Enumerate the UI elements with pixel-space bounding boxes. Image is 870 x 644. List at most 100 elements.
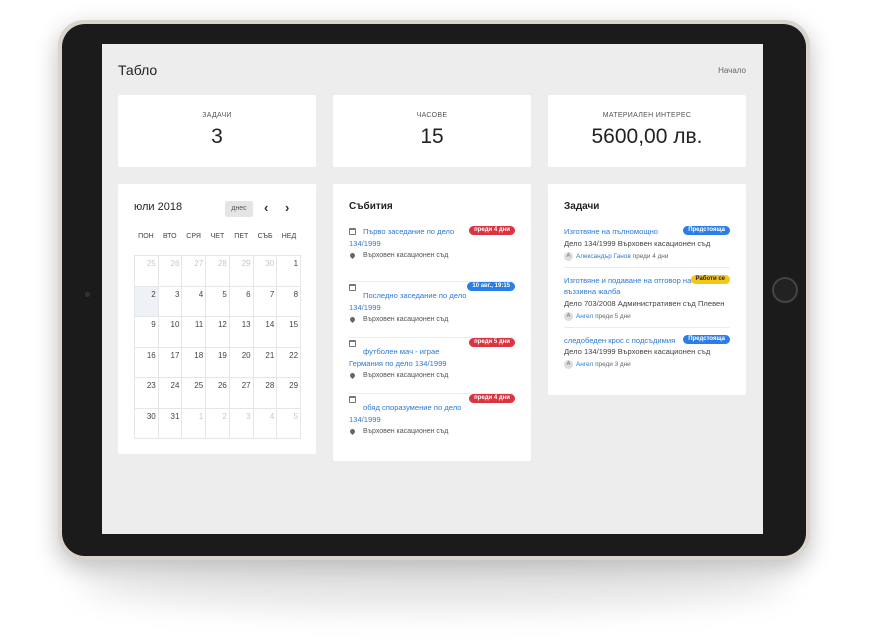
task-item: следобеден крос с подсъдимия Предстояща Де… (564, 328, 730, 376)
calendar-day[interactable]: 15 (277, 317, 302, 348)
calendar-day[interactable]: 27 (229, 378, 254, 409)
calendar-day[interactable]: 27 (182, 256, 207, 287)
calendar-day[interactable]: 3 (158, 286, 183, 317)
chevron-left-icon[interactable]: ‹ (264, 200, 268, 215)
event-item: Първо заседание по дело 134/1999 преди 4 … (348, 226, 515, 282)
chevron-right-icon[interactable]: › (285, 200, 289, 215)
event-place: Върховен касационен съд (348, 427, 515, 436)
calendar-day[interactable]: 13 (229, 317, 254, 348)
calendar-day[interactable]: 29 (277, 378, 302, 409)
calendar-day[interactable]: 7 (253, 286, 278, 317)
stat-label: ЗАДАЧИ (202, 112, 232, 119)
event-badge: 10 авг., 19:15 (467, 282, 515, 291)
calendar-day[interactable]: 28 (253, 378, 278, 409)
calendar-icon (349, 284, 356, 291)
calendar-day[interactable]: 1 (277, 256, 302, 287)
calendar-day[interactable]: 20 (229, 347, 254, 378)
camera-dot (85, 292, 90, 297)
calendar-day[interactable]: 18 (182, 347, 207, 378)
calendar-day[interactable]: 1 (182, 408, 207, 439)
calendar-day[interactable]: 30 (135, 408, 159, 439)
weekday-label: СРЯ (186, 233, 201, 240)
weekday-label: ПЕТ (234, 233, 249, 240)
task-description: Дело 703/2008 Административен съд Плевен (564, 298, 725, 308)
event-link[interactable]: Първо заседание по дело 134/1999 (349, 226, 469, 249)
task-status-badge: Предстояща (683, 334, 730, 344)
calendar-day[interactable]: 22 (277, 347, 302, 378)
calendar-day[interactable]: 4 (253, 408, 278, 439)
task-time: преди 5 дни (595, 312, 631, 320)
calendar-day[interactable]: 30 (253, 256, 278, 287)
stat-card-interest: МАТЕРИАЛЕН ИНТЕРЕС 5600,00 лв. (548, 95, 746, 167)
calendar-day[interactable]: 2 (206, 408, 230, 439)
calendar-icon (349, 340, 356, 347)
calendar-day[interactable]: 31 (158, 408, 183, 439)
task-item: Изготвяне на пълномощно Предстояща Дело 13… (564, 226, 730, 268)
event-link[interactable]: обяд споразумение по дело 134/1999 (349, 402, 469, 425)
avatar: А (564, 251, 573, 261)
calendar-month-title: юли 2018 (134, 201, 183, 213)
map-pin-icon (348, 427, 357, 436)
calendar-day[interactable]: 5 (277, 408, 302, 439)
calendar-day[interactable]: 26 (206, 378, 230, 409)
weekday-label: ЧЕТ (210, 233, 225, 240)
stat-card-tasks: ЗАДАЧИ 3 (118, 95, 316, 167)
tasks-list: Изготвяне на пълномощно Предстояща Дело 13… (548, 226, 746, 375)
today-button[interactable]: днес (225, 201, 253, 217)
calendar-day[interactable]: 25 (135, 256, 159, 287)
map-pin-icon (348, 371, 357, 380)
weekday-header: ПОН ВТО СРЯ ЧЕТ ПЕТ СЪБ НЕД (134, 233, 301, 240)
page-title: Табло (118, 62, 158, 78)
calendar-icon (349, 396, 356, 403)
stat-value: 5600,00 лв. (591, 125, 703, 148)
map-pin-icon (348, 315, 357, 324)
calendar-icon (349, 228, 356, 235)
calendar-day[interactable]: 17 (158, 347, 183, 378)
calendar-day[interactable]: 8 (277, 286, 302, 317)
calendar-day[interactable]: 26 (158, 256, 183, 287)
calendar-day[interactable]: 24 (158, 378, 183, 409)
event-item: Последно заседание по дело 134/1999 10 ав… (348, 282, 515, 338)
calendar-day[interactable]: 4 (182, 286, 207, 317)
calendar-day[interactable]: 28 (206, 256, 230, 287)
task-status-badge: Предстояща (683, 226, 730, 235)
screen: Табло Начало ЗАДАЧИ 3 ЧАСОВЕ 15 МАТЕРИАЛ… (102, 44, 763, 534)
calendar-day[interactable]: 3 (229, 408, 254, 439)
task-author[interactable]: Ангел (576, 361, 593, 368)
weekday-label: НЕД (281, 233, 297, 240)
calendar-day[interactable]: 23 (135, 378, 159, 409)
calendar-day[interactable]: 25 (182, 378, 207, 409)
calendar-day[interactable]: 19 (206, 347, 230, 378)
calendar-day[interactable]: 16 (135, 347, 159, 378)
event-link[interactable]: футболен мач - играе Германия по дело 13… (349, 346, 469, 369)
calendar-day[interactable]: 10 (158, 317, 183, 348)
calendar-day[interactable]: 21 (253, 347, 278, 378)
calendar-week-row: 23 24 25 26 27 28 29 (135, 378, 302, 409)
task-author[interactable]: Александър Ганов (576, 253, 631, 260)
task-link[interactable]: Изготвяне и подаване на отговор на въззи… (564, 275, 692, 298)
home-button[interactable] (772, 277, 798, 303)
avatar: А (564, 360, 573, 369)
calendar-day[interactable]: 6 (229, 286, 254, 317)
calendar-day[interactable]: 12 (206, 317, 230, 348)
task-meta: А Ангел преди 5 дни (564, 311, 730, 321)
stat-label: ЧАСОВЕ (416, 112, 448, 119)
calendar-day[interactable]: 9 (135, 317, 159, 348)
task-link[interactable]: Изготвяне на пълномощно (564, 226, 692, 238)
task-time: преди 4 дни (632, 252, 669, 260)
event-item: футболен мач - играе Германия по дело 13… (348, 338, 515, 394)
calendar-day[interactable]: 11 (182, 317, 207, 348)
map-pin-icon (348, 251, 357, 260)
calendar-day[interactable]: 5 (206, 286, 230, 317)
event-place-label: Върховен касационен съд (363, 428, 449, 435)
tasks-title: Задачи (564, 201, 600, 212)
breadcrumb[interactable]: Начало (718, 66, 746, 75)
calendar-day[interactable]: 29 (229, 256, 254, 287)
task-link[interactable]: следобеден крос с подсъдимия (564, 335, 692, 347)
calendar-day[interactable]: 2 (135, 286, 159, 317)
task-description: Дело 134/1999 Върховен касационен съд (564, 238, 711, 248)
calendar-day[interactable]: 14 (253, 317, 278, 348)
event-link[interactable]: Последно заседание по дело 134/1999 (349, 290, 469, 313)
calendar-grid: 25 26 27 28 29 30 1 2 3 4 5 6 7 8 9 10 11 12 13 14 15 16 17 18 1… (134, 255, 302, 439)
task-author[interactable]: Ангел (576, 313, 593, 320)
